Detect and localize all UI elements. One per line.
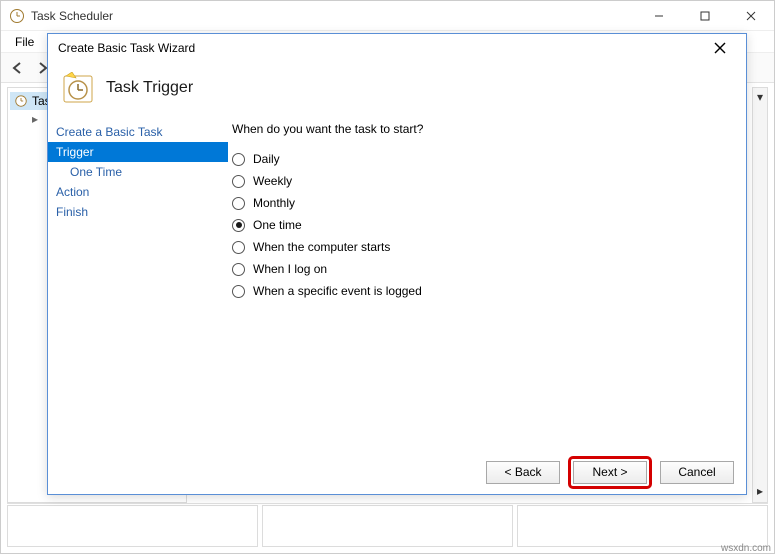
radio-icon [232, 241, 245, 254]
radio-computer-starts[interactable]: When the computer starts [228, 236, 734, 258]
parent-window-title: Task Scheduler [31, 9, 636, 23]
wizard-clock-icon [62, 72, 94, 104]
radio-monthly[interactable]: Monthly [228, 192, 734, 214]
radio-label: When the computer starts [253, 240, 390, 254]
bottom-panel-2 [262, 505, 513, 547]
clock-icon [14, 94, 28, 108]
bottom-panel-1 [7, 505, 258, 547]
radio-label: Monthly [253, 196, 295, 210]
app-clock-icon [9, 8, 25, 24]
trigger-question: When do you want the task to start? [232, 122, 734, 136]
attribution-text: wsxdn.com [721, 543, 771, 554]
step-create-task[interactable]: Create a Basic Task [48, 122, 228, 142]
create-basic-task-wizard: Create Basic Task Wizard Task Trigger Cr… [47, 33, 747, 495]
bottom-panels [7, 505, 768, 547]
radio-icon [232, 197, 245, 210]
radio-label: Weekly [253, 174, 292, 188]
radio-icon [232, 219, 245, 232]
bottom-panel-3 [517, 505, 768, 547]
chevron-down-icon[interactable]: ▾ [753, 88, 767, 106]
radio-event-logged[interactable]: When a specific event is logged [228, 280, 734, 302]
step-action[interactable]: Action [48, 182, 228, 202]
close-button[interactable] [728, 1, 774, 31]
radio-log-on[interactable]: When I log on [228, 258, 734, 280]
wizard-content: When do you want the task to start? Dail… [228, 122, 746, 450]
wizard-footer: < Back Next > Cancel [48, 450, 746, 494]
menu-file[interactable]: File [7, 33, 42, 51]
actions-pane-collapsed: ▾ ▸ [752, 87, 768, 503]
radio-label: One time [253, 218, 302, 232]
next-button[interactable]: Next > [573, 461, 647, 484]
step-trigger[interactable]: Trigger [48, 142, 228, 162]
wizard-window-title: Create Basic Task Wizard [58, 41, 702, 55]
wizard-page-title: Task Trigger [106, 79, 193, 97]
radio-daily[interactable]: Daily [228, 148, 734, 170]
radio-icon [232, 263, 245, 276]
radio-label: Daily [253, 152, 280, 166]
window-controls [636, 1, 774, 30]
minimize-button[interactable] [636, 1, 682, 31]
radio-icon [232, 153, 245, 166]
radio-one-time[interactable]: One time [228, 214, 734, 236]
radio-icon [232, 285, 245, 298]
next-button-highlight: Next > [568, 456, 652, 489]
wizard-body: Create a Basic Task Trigger One Time Act… [48, 122, 746, 450]
wizard-steps: Create a Basic Task Trigger One Time Act… [48, 122, 228, 450]
step-finish[interactable]: Finish [48, 202, 228, 222]
task-scheduler-window: Task Scheduler File [0, 0, 775, 554]
radio-weekly[interactable]: Weekly [228, 170, 734, 192]
parent-titlebar: Task Scheduler [1, 1, 774, 31]
radio-icon [232, 175, 245, 188]
maximize-button[interactable] [682, 1, 728, 31]
wizard-titlebar: Create Basic Task Wizard [48, 34, 746, 62]
cancel-button[interactable]: Cancel [660, 461, 734, 484]
nav-back-icon[interactable] [7, 57, 29, 79]
back-button[interactable]: < Back [486, 461, 560, 484]
radio-label: When I log on [253, 262, 327, 276]
wizard-close-button[interactable] [702, 36, 738, 60]
wizard-header: Task Trigger [48, 62, 746, 122]
chevron-right-icon[interactable]: ▸ [753, 480, 767, 502]
step-one-time[interactable]: One Time [48, 162, 228, 182]
expander-icon[interactable]: ▸ [32, 112, 42, 126]
radio-label: When a specific event is logged [253, 284, 422, 298]
